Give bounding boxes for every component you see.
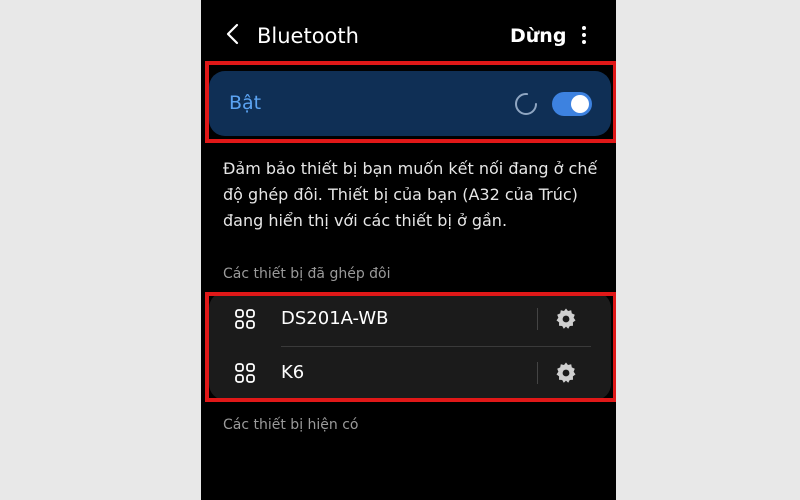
app-header: Bluetooth Dừng xyxy=(201,14,616,58)
device-name: K6 xyxy=(281,362,305,383)
bluetooth-state-label: Bật xyxy=(229,92,262,114)
toggle-knob xyxy=(571,95,589,113)
page-title: Bluetooth xyxy=(257,24,359,48)
loading-spinner-icon xyxy=(515,93,537,115)
device-grid-icon xyxy=(235,363,255,383)
gear-icon[interactable] xyxy=(554,361,578,385)
phone-screen: Bluetooth Dừng Bật Đảm bảo thiết bị bạn … xyxy=(201,0,616,500)
pairing-description: Đảm bảo thiết bị bạn muốn kết nối đang ở… xyxy=(223,159,598,230)
bluetooth-toggle-card[interactable]: Bật xyxy=(209,71,611,136)
divider xyxy=(537,308,538,330)
stop-button[interactable]: Dừng xyxy=(510,22,566,50)
back-chevron-icon[interactable] xyxy=(223,22,243,46)
paired-devices-list: DS201A-WB K6 xyxy=(209,292,611,400)
bluetooth-toggle-switch[interactable] xyxy=(552,92,592,116)
available-section-label: Các thiết bị hiện có xyxy=(223,417,359,433)
paired-section-label: Các thiết bị đã ghép đôi xyxy=(223,266,391,282)
device-name: DS201A-WB xyxy=(281,308,389,329)
divider xyxy=(537,362,538,384)
gear-icon[interactable] xyxy=(554,307,578,331)
more-options-icon[interactable] xyxy=(577,24,591,48)
device-grid-icon xyxy=(235,309,255,329)
paired-device-row[interactable]: K6 xyxy=(209,346,611,400)
paired-device-row[interactable]: DS201A-WB xyxy=(209,292,611,347)
